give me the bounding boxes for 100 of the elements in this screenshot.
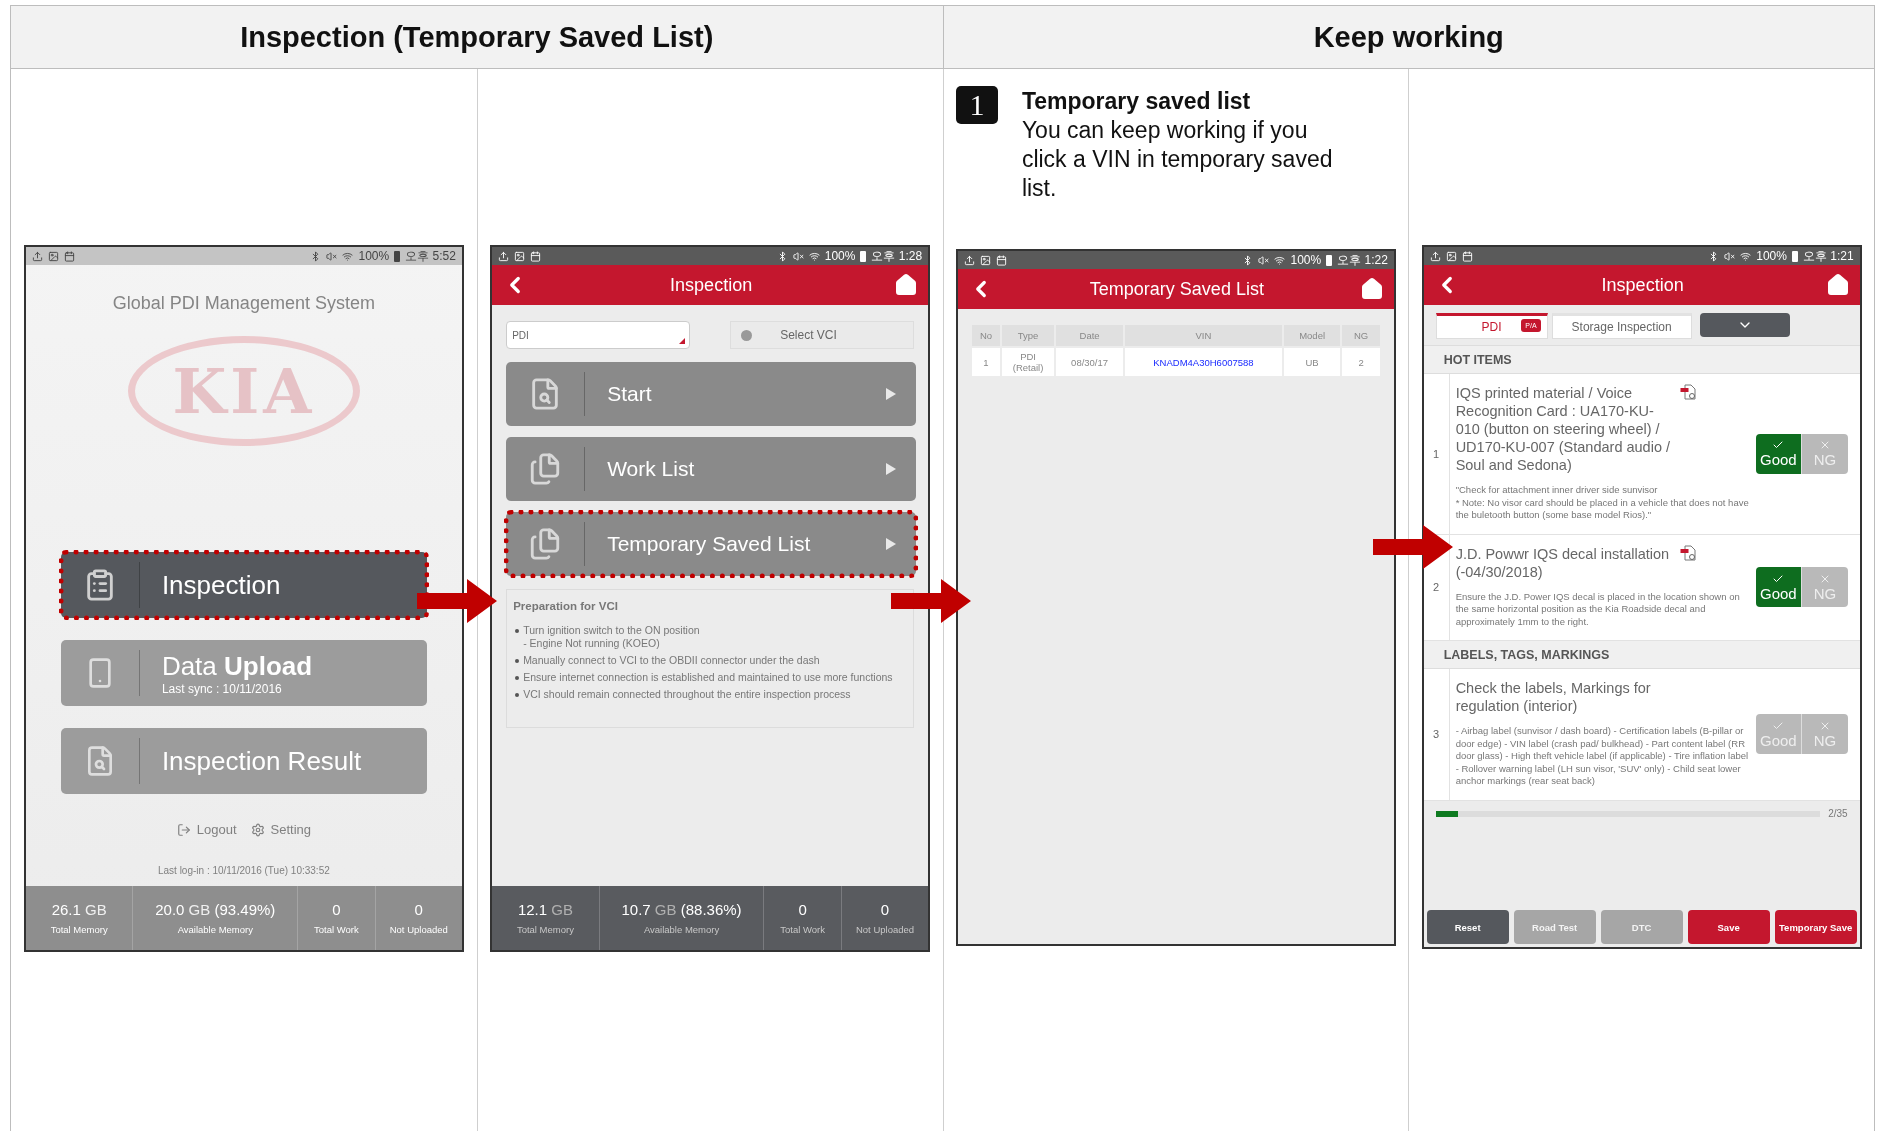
stat-label: Not Uploaded	[389, 924, 448, 935]
play-icon	[886, 538, 897, 550]
stat-value: 0	[880, 901, 890, 918]
menu-button[interactable]: Temporary Saved List	[506, 512, 917, 576]
calendar-icon	[530, 250, 542, 262]
section-header: HOT ITEMS	[1423, 346, 1860, 374]
info-bullet: Ensure internet connection is established and maintained to use more functions	[513, 671, 908, 684]
column-header: NG	[1342, 325, 1380, 346]
table-cell: 1	[971, 348, 1001, 376]
home-icon[interactable]	[894, 273, 919, 297]
status-time: 오후 1:22	[1337, 251, 1388, 269]
image-icon	[47, 250, 59, 262]
status-time: 오후 5:52	[405, 247, 456, 265]
tab[interactable]: Storage Inspection	[1551, 313, 1692, 339]
upload-icon	[1429, 250, 1441, 262]
battery-icon	[1791, 250, 1798, 262]
pdf-document-icon[interactable]	[1679, 384, 1698, 401]
step-number: 1	[955, 86, 998, 124]
logout-link[interactable]: Logout	[176, 822, 237, 837]
mute-icon	[1258, 254, 1270, 266]
stat-label: Total Memory	[50, 924, 108, 935]
table-cell: 08/30/17	[1056, 348, 1124, 376]
item-title: Check the labels, Markings for regulation (interior)	[1455, 679, 1652, 715]
logout-icon	[176, 822, 191, 837]
section-title: Inspection (Temporary Saved List)	[239, 19, 715, 55]
action-button[interactable]: Temporary Save	[1774, 910, 1857, 944]
battery-percent: 100%	[1756, 249, 1787, 263]
calendar-icon	[995, 254, 1007, 266]
status-time: 오후 1:28	[871, 247, 923, 265]
battery-icon	[860, 250, 867, 262]
menu-button[interactable]: Inspection Result	[60, 728, 427, 794]
info-title: Preparation for VCI	[513, 600, 619, 612]
mute-icon	[326, 250, 338, 262]
good-button[interactable]: Good	[1755, 433, 1802, 474]
column-header: Model	[1283, 325, 1341, 346]
calendar-icon	[63, 250, 75, 262]
app-title: Inspection	[1601, 274, 1684, 296]
settings-icon	[250, 822, 265, 837]
calendar-icon	[1461, 250, 1473, 262]
item-note: "Check for attachment inner driver side sunvisor * Note: No visor card should be placed in a vehicle that does not have the buletooth button (some base model Rios)."	[1455, 484, 1750, 522]
app-title: Temporary Saved List	[1089, 278, 1264, 300]
section-header: LABELS, TAGS, MARKINGS	[1423, 641, 1860, 669]
progress-text: 2/35	[1828, 808, 1848, 819]
image-icon	[979, 254, 991, 266]
expand-button[interactable]	[1699, 313, 1790, 337]
last-login-text: Last log-in : 10/11/2016 (Tue) 10:33:52	[156, 865, 331, 876]
upload-icon	[31, 250, 43, 262]
step-description: You can keep working if you click a VIN in temporary saved list.	[1021, 116, 1334, 203]
home-icon[interactable]	[1825, 273, 1850, 297]
stat-value: 0	[332, 901, 341, 918]
info-bullet: VCI should remain connected throughout the entire inspection process	[513, 688, 908, 701]
wifi-icon	[342, 250, 354, 262]
good-button[interactable]: Good	[1755, 567, 1802, 608]
section-title: Keep working	[942, 6, 1874, 68]
pdf-document-icon[interactable]	[1679, 544, 1698, 562]
battery-icon	[394, 250, 401, 262]
wifi-icon	[1740, 250, 1752, 262]
info-bullet: Manually connect to VCI to the OBDII connector under the dash	[513, 654, 908, 667]
stat-value: 12.1 GB	[517, 901, 573, 918]
item-note: Ensure the J.D. Power IQS decal is placed in the location shown on the same horizontal position as the Kia Roadside decal and approximately 1mm to the right.	[1455, 590, 1741, 628]
app-title: Inspection	[670, 274, 753, 296]
image-icon	[514, 250, 526, 262]
menu-button[interactable]: Data Upload Last sync : 10/11/2016	[60, 640, 427, 706]
upload-icon	[963, 254, 975, 266]
stat-label: Available Memory	[643, 924, 720, 935]
column-header: Type	[1002, 325, 1055, 346]
stat-value: 10.7 GB (88.36%)	[621, 901, 742, 918]
home-icon[interactable]	[1359, 277, 1384, 301]
action-button[interactable]: Reset	[1426, 910, 1509, 944]
table-cell: UB	[1283, 348, 1341, 376]
stat-value: 20.0 GB (93.49%)	[155, 901, 276, 918]
battery-icon	[1326, 254, 1333, 266]
step-title: Temporary saved list	[1021, 87, 1252, 116]
menu-button[interactable]: Inspection	[60, 552, 427, 618]
table-cell: PDI (Retail)	[1002, 348, 1055, 376]
info-bullet: Turn ignition switch to the ON position - Engine Not running (KOEO)	[513, 624, 908, 650]
stat-label: Total Work	[314, 924, 359, 935]
menu-button[interactable]: Work List	[506, 437, 917, 501]
vin-link[interactable]: KNADM4A30H6007588	[1125, 348, 1282, 376]
mute-icon	[1724, 250, 1736, 262]
action-button[interactable]: Save	[1687, 910, 1770, 944]
settings-link[interactable]: Setting	[250, 822, 311, 837]
upload-icon	[498, 250, 510, 262]
stat-value: 26.1 GB	[51, 901, 107, 918]
table-cell: 2	[1342, 348, 1380, 376]
item-number: 3	[1423, 669, 1450, 800]
select-vci-button[interactable]: Select VCI	[730, 321, 915, 349]
battery-percent: 100%	[824, 249, 856, 263]
mute-icon	[792, 250, 804, 262]
stat-label: Total Memory	[516, 924, 574, 935]
stat-label: Total Work	[780, 924, 825, 935]
stat-label: Available Memory	[177, 924, 253, 935]
column-header: No	[971, 325, 1001, 346]
status-time: 오후 1:21	[1802, 247, 1854, 265]
type-dropdown[interactable]: PDI	[506, 321, 691, 349]
column-header: Date	[1056, 325, 1124, 346]
app-title: Global PDI Management System	[111, 293, 376, 314]
play-icon	[886, 388, 897, 400]
menu-button[interactable]: Start	[506, 362, 917, 426]
stat-value: 0	[414, 901, 423, 918]
